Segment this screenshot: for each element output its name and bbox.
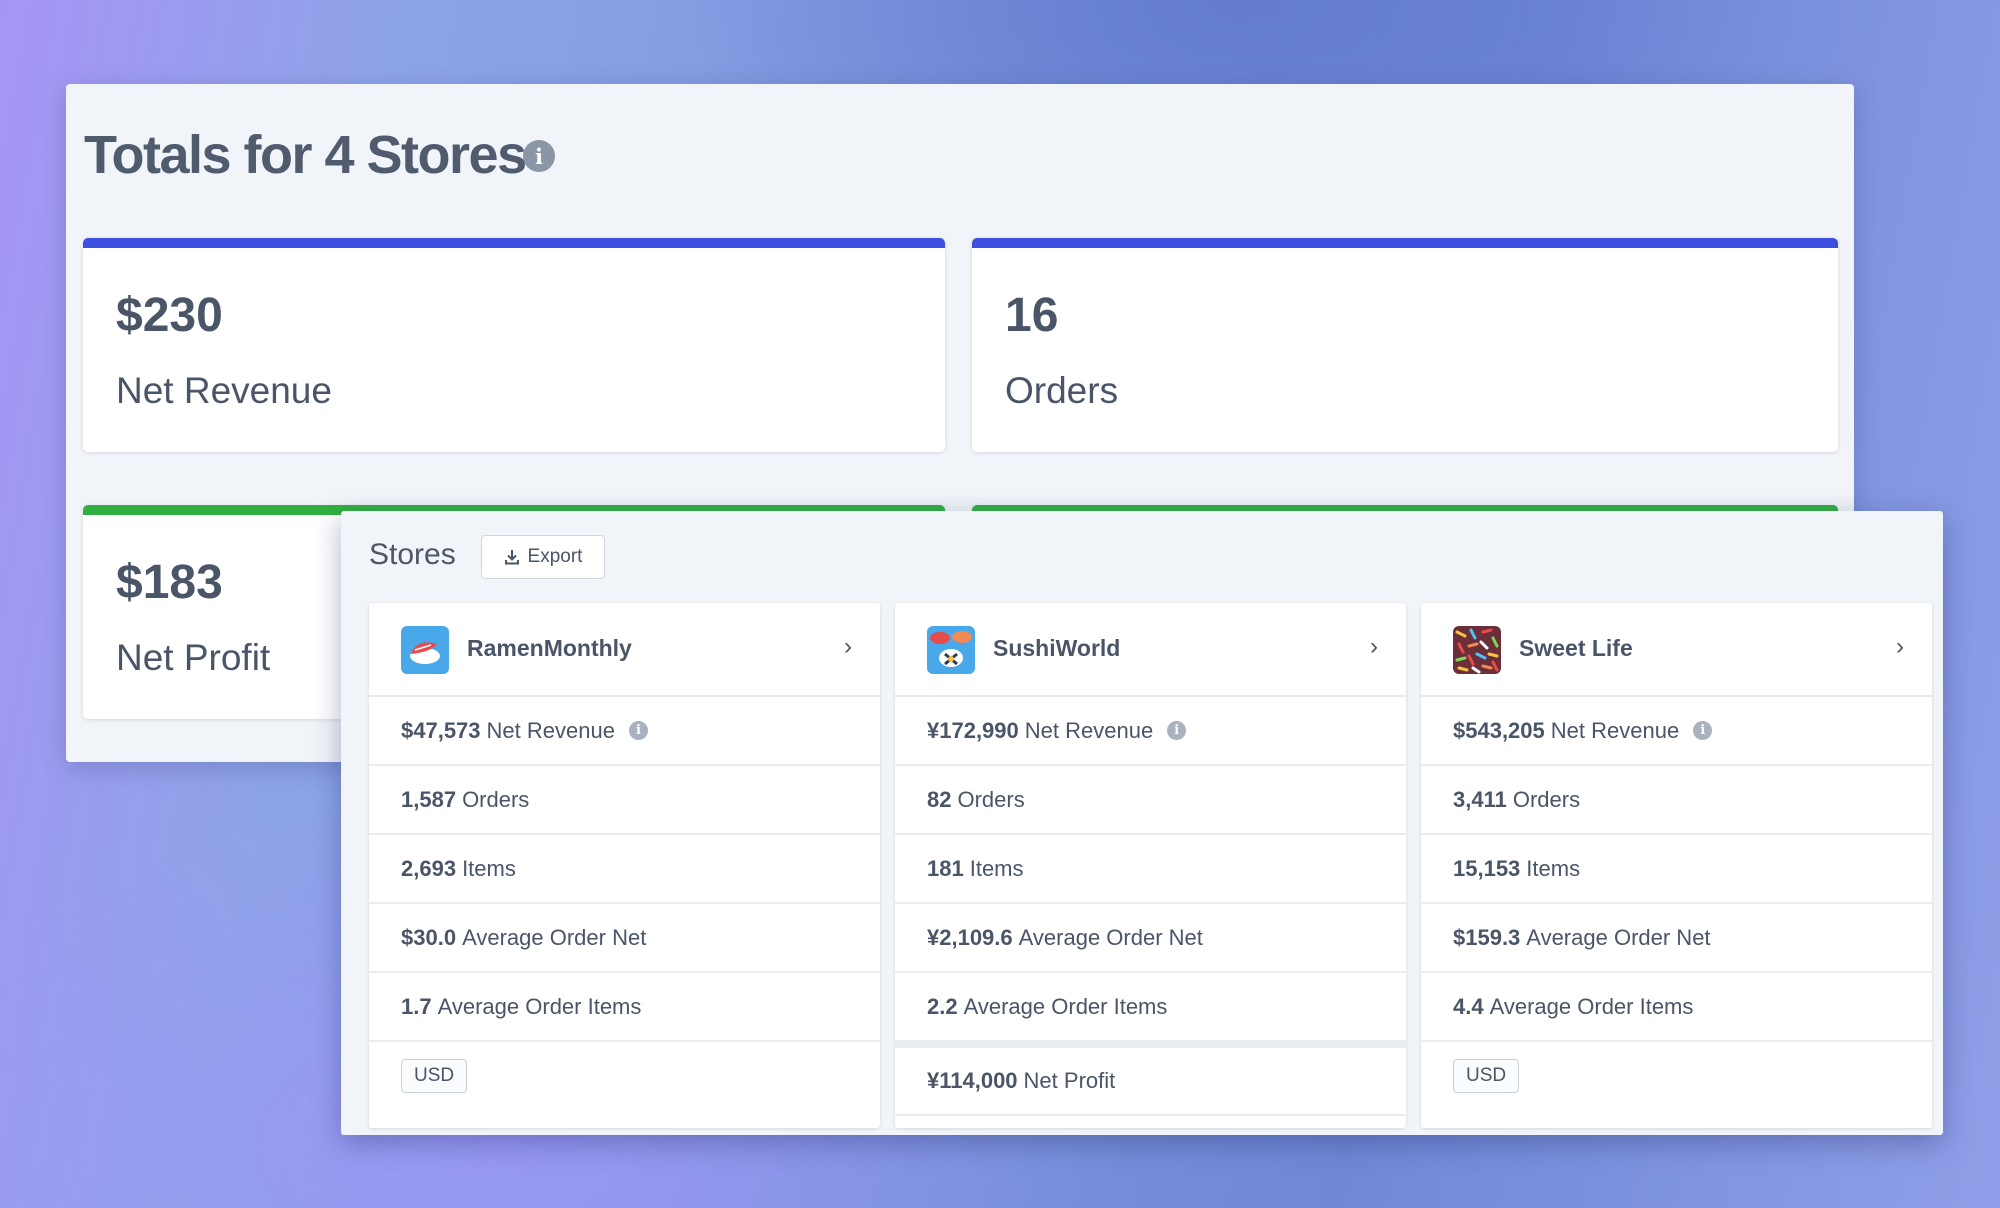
- store-name: Sweet Life: [1519, 635, 1633, 661]
- items-label: Items: [969, 855, 1024, 881]
- avg-order-items-row: 1.7 Average Order Items: [369, 973, 880, 1042]
- currency-badge: USD: [401, 1058, 468, 1093]
- store-card-sushiworld: SushiWorld › ¥172,990 Net Revenue i 82 O…: [895, 603, 1406, 1128]
- info-icon[interactable]: i: [1693, 721, 1713, 740]
- export-button[interactable]: Export: [481, 535, 605, 579]
- avg-order-net-value: $30.0: [401, 924, 457, 950]
- avg-order-net-label: Average Order Net: [1018, 924, 1203, 950]
- avg-order-net-value: ¥2,109.6: [927, 924, 1013, 950]
- net-profit-value: ¥114,000: [927, 1068, 1018, 1093]
- orders-value: 3,411: [1453, 786, 1507, 812]
- net-revenue-row: ¥172,990 Net Revenue i: [895, 697, 1406, 766]
- store-name: SushiWorld: [993, 635, 1121, 661]
- store-card-sweet-life: Sweet Life › $543,205 Net Revenue i 3,41…: [1421, 603, 1932, 1128]
- items-value: 15,153: [1453, 855, 1521, 881]
- stat-label: Orders: [1005, 370, 1119, 411]
- orders-label: Orders: [957, 786, 1025, 812]
- store-header[interactable]: SushiWorld ›: [895, 603, 1406, 697]
- orders-label: Orders: [1512, 786, 1581, 812]
- stat-value: 16: [1005, 289, 1059, 342]
- avg-order-net-row: $30.0 Average Order Net: [369, 904, 880, 973]
- stat-card-net-revenue: $230 Net Revenue: [83, 238, 945, 452]
- items-row: 15,153 Items: [1421, 835, 1932, 904]
- avg-order-net-row: $159.3 Average Order Net: [1421, 904, 1932, 973]
- avg-order-items-row: 4.4 Average Order Items: [1421, 973, 1932, 1042]
- items-value: 2,693: [401, 855, 457, 881]
- avg-order-items-value: 4.4: [1453, 993, 1484, 1019]
- info-icon[interactable]: i: [1167, 721, 1187, 740]
- chevron-right-icon[interactable]: ›: [1370, 633, 1378, 661]
- avg-order-items-label: Average Order Items: [963, 993, 1168, 1019]
- avg-order-items-label: Average Order Items: [437, 993, 642, 1019]
- page-title: Totals for 4 Stores: [84, 125, 527, 185]
- items-value: 181: [927, 855, 964, 881]
- store-header[interactable]: Sweet Life ›: [1421, 603, 1932, 697]
- orders-row: 1,587 Orders: [369, 766, 880, 835]
- sushi-world-logo-icon: [927, 626, 975, 674]
- avg-order-net-row: ¥2,109.6 Average Order Net: [895, 904, 1406, 973]
- items-label: Items: [1526, 855, 1581, 881]
- orders-row: 3,411 Orders: [1421, 766, 1932, 835]
- stat-label: Net Profit: [116, 637, 271, 678]
- stores-panel: Stores Export RamenMonthly › $47,573 Net…: [341, 511, 1943, 1135]
- sushi-logo-icon: [401, 626, 449, 674]
- orders-value: 82: [927, 786, 952, 812]
- info-icon[interactable]: i: [628, 721, 648, 740]
- net-revenue-row: $47,573 Net Revenue i: [369, 697, 880, 766]
- net-revenue-value: ¥172,990: [927, 717, 1019, 743]
- avg-order-items-value: 1.7: [401, 993, 432, 1019]
- info-icon[interactable]: i: [523, 140, 555, 172]
- export-label: Export: [527, 546, 583, 567]
- net-revenue-value: $543,205: [1453, 717, 1545, 743]
- net-profit-label: Net Profit: [1023, 1068, 1116, 1093]
- store-header[interactable]: RamenMonthly ›: [369, 603, 880, 697]
- stat-label: Net Revenue: [116, 370, 332, 411]
- items-label: Items: [462, 855, 516, 881]
- avg-order-net-value: $159.3: [1453, 924, 1521, 950]
- orders-row: 82 Orders: [895, 766, 1406, 835]
- orders-value: 1,587: [401, 786, 457, 812]
- net-revenue-row: $543,205 Net Revenue i: [1421, 697, 1932, 766]
- net-revenue-label: Net Revenue: [486, 717, 615, 743]
- avg-order-net-label: Average Order Net: [1526, 924, 1711, 950]
- currency-row: USD: [1421, 1042, 1932, 1109]
- avg-order-items-row: 2.2 Average Order Items: [895, 973, 1406, 1042]
- net-revenue-value: $47,573: [401, 717, 481, 743]
- stat-value: $183: [116, 556, 223, 609]
- download-icon: [504, 550, 519, 565]
- avg-order-net-label: Average Order Net: [462, 924, 647, 950]
- currency-badge: USD: [1453, 1058, 1520, 1093]
- avg-order-items-value: 2.2: [927, 993, 958, 1019]
- store-card-ramenmonthly: RamenMonthly › $47,573 Net Revenue i 1,5…: [369, 603, 880, 1128]
- items-row: 2,693 Items: [369, 835, 880, 904]
- chevron-right-icon[interactable]: ›: [844, 633, 852, 661]
- stat-card-orders: 16 Orders: [972, 238, 1838, 452]
- net-revenue-label: Net Revenue: [1550, 717, 1680, 743]
- items-row: 181 Items: [895, 835, 1406, 904]
- net-revenue-label: Net Revenue: [1024, 717, 1154, 743]
- chevron-right-icon[interactable]: ›: [1896, 633, 1904, 661]
- stores-title: Stores: [369, 538, 456, 571]
- orders-label: Orders: [462, 786, 530, 812]
- store-name: RamenMonthly: [467, 635, 632, 661]
- net-profit-row: ¥114,000 Net Profit: [895, 1042, 1406, 1116]
- stat-value: $230: [116, 289, 223, 342]
- avg-order-items-label: Average Order Items: [1489, 993, 1694, 1019]
- sprinkles-logo-icon: [1453, 626, 1501, 674]
- currency-row: USD: [369, 1042, 880, 1109]
